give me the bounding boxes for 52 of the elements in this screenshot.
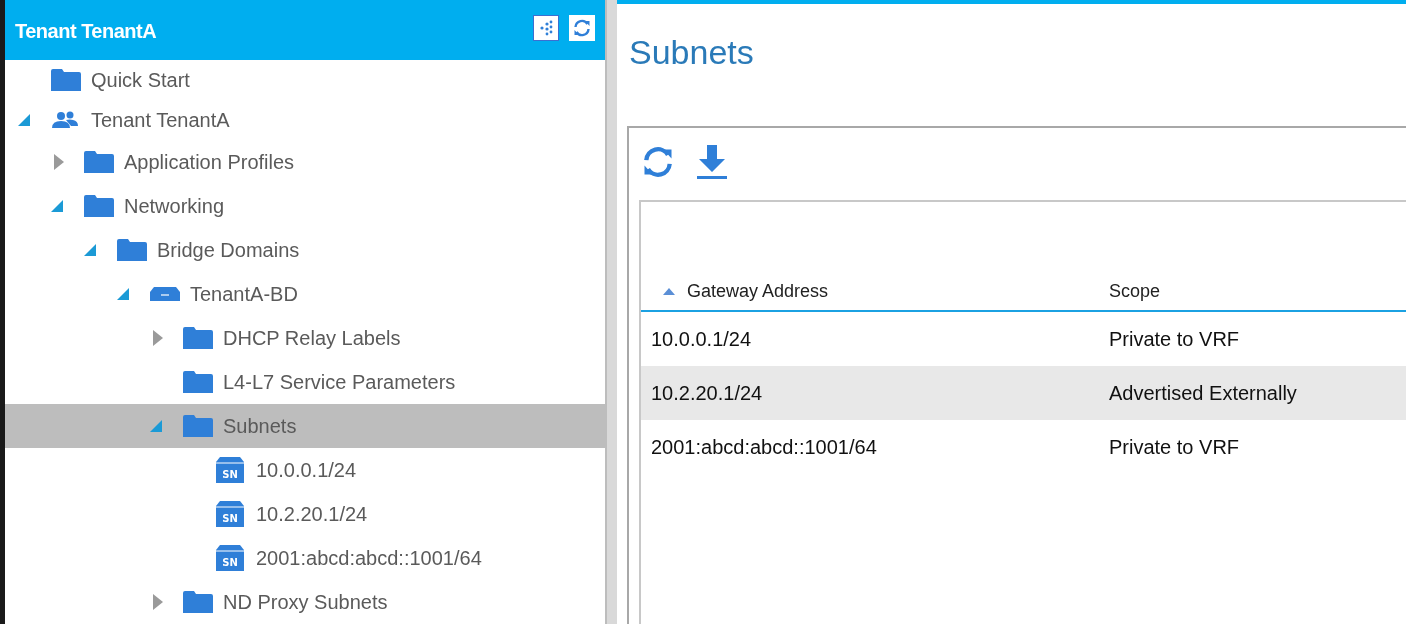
- expanded-caret-icon[interactable]: [17, 113, 31, 127]
- tree-item-label[interactable]: DHCP Relay Labels: [223, 323, 401, 353]
- bridge-domain-icon: [150, 287, 180, 301]
- table-cell-text: Private to VRF: [1108, 327, 1241, 352]
- folder-icon: [183, 591, 213, 613]
- table-cell-text: 2001:abcd:abcd::1001/64: [650, 435, 878, 460]
- tree-item-label[interactable]: L4-L7 Service Parameters: [223, 367, 456, 397]
- table-cell-text: 10.0.0.1/24: [650, 327, 753, 352]
- sidebar-title: Tenant TenantA: [15, 18, 157, 44]
- refresh-icon: [572, 17, 592, 38]
- table-row[interactable]: 10.2.20.1/24 Advertised Externally: [641, 366, 1406, 420]
- tree-item-label[interactable]: Application Profiles: [124, 147, 295, 177]
- column-header[interactable]: Gateway Address: [641, 277, 1099, 305]
- subnet-icon: SN: [216, 501, 244, 527]
- expanded-caret-icon[interactable]: [50, 199, 64, 213]
- tree-item-label[interactable]: 2001:abcd:abcd::1001/64: [256, 543, 482, 573]
- download-icon: [695, 143, 729, 181]
- folder-icon: [183, 327, 213, 349]
- column-header[interactable]: Scope: [1099, 277, 1399, 305]
- tree-item-label[interactable]: 10.2.20.1/24: [256, 499, 368, 529]
- tree-item-label[interactable]: ND Proxy Subnets: [223, 587, 388, 617]
- topology-button[interactable]: [533, 14, 559, 41]
- tree-item-label[interactable]: Quick Start: [91, 65, 190, 95]
- table-cell-text: Private to VRF: [1108, 435, 1241, 460]
- folder-icon: [117, 239, 147, 261]
- subnet-icon: SN: [216, 457, 244, 483]
- nodes-icon: [538, 19, 554, 36]
- tree-item-label[interactable]: Bridge Domains: [157, 235, 300, 265]
- collapsed-caret-icon[interactable]: [153, 594, 163, 610]
- tree-item-label[interactable]: 10.0.0.1/24: [256, 455, 357, 485]
- expanded-caret-icon[interactable]: [83, 243, 97, 257]
- folder-icon: [183, 415, 213, 437]
- collapsed-caret-icon[interactable]: [153, 330, 163, 346]
- subnet-icon: SN: [216, 545, 244, 571]
- expanded-caret-icon[interactable]: [116, 287, 130, 301]
- tree-item-label[interactable]: TenantA-BD: [190, 279, 298, 309]
- tree-item-label[interactable]: Networking: [124, 191, 225, 221]
- collapsed-caret-icon[interactable]: [54, 154, 64, 170]
- folder-icon: [84, 151, 114, 173]
- expanded-caret-icon[interactable]: [149, 419, 163, 433]
- refresh-button[interactable]: [569, 14, 595, 41]
- sort-ascending-icon: [663, 287, 675, 295]
- selected-row-highlight[interactable]: Subnets: [5, 404, 605, 448]
- folder-icon: [183, 371, 213, 393]
- folder-icon: [51, 69, 81, 91]
- tree-item-label[interactable]: Tenant TenantA: [91, 105, 230, 135]
- table-cell-text: 10.2.20.1/24: [650, 381, 764, 406]
- table-cell-text: Advertised Externally: [1108, 381, 1298, 406]
- tree-item-label: Subnets: [223, 414, 297, 439]
- page-title: Subnets: [629, 32, 755, 72]
- people-icon: [51, 111, 79, 129]
- folder-icon: [84, 195, 114, 217]
